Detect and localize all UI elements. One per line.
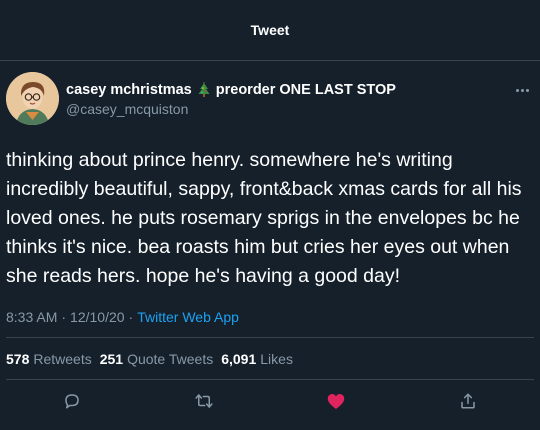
divider: [6, 379, 534, 380]
avatar[interactable]: [6, 72, 59, 125]
tweet-text: thinking about prince henry. somewhere h…: [6, 149, 527, 287]
avatar-illustration: [6, 72, 59, 125]
author-names: casey mchristmas preorder ONE LAST STOP …: [66, 82, 396, 117]
reply-icon[interactable]: [61, 390, 83, 412]
more-options-icon[interactable]: [510, 82, 534, 98]
retweets-stat[interactable]: 578 Retweets: [6, 351, 92, 367]
tweet-source-link[interactable]: Twitter Web App: [137, 309, 239, 325]
tweet-actions: [0, 388, 540, 416]
header: Tweet: [0, 0, 540, 61]
like-icon[interactable]: [325, 390, 347, 412]
retweet-icon[interactable]: [193, 390, 215, 412]
divider: [6, 337, 534, 338]
display-name-text: casey mchristmas: [66, 82, 192, 98]
page-title: Tweet: [250, 22, 290, 38]
tweet-meta: 8:33 AM · 12/10/20 · Twitter Web App: [6, 309, 239, 325]
tweet-author: casey mchristmas preorder ONE LAST STOP …: [6, 72, 534, 128]
tweet-date[interactable]: 12/10/20: [70, 309, 125, 325]
christmas-tree-icon: [196, 82, 212, 98]
display-name[interactable]: casey mchristmas preorder ONE LAST STOP: [66, 82, 396, 98]
meta-separator: ·: [61, 309, 67, 325]
user-handle[interactable]: @casey_mcquiston: [66, 101, 396, 117]
tweet-stats: 578 Retweets 251 Quote Tweets 6,091 Likes: [6, 351, 293, 367]
tweet-time[interactable]: 8:33 AM: [6, 309, 57, 325]
quote-tweets-stat[interactable]: 251 Quote Tweets: [100, 351, 214, 367]
share-icon[interactable]: [457, 390, 479, 412]
likes-stat[interactable]: 6,091 Likes: [221, 351, 293, 367]
display-name-suffix: preorder ONE LAST STOP: [215, 82, 396, 98]
meta-separator: ·: [128, 309, 134, 325]
